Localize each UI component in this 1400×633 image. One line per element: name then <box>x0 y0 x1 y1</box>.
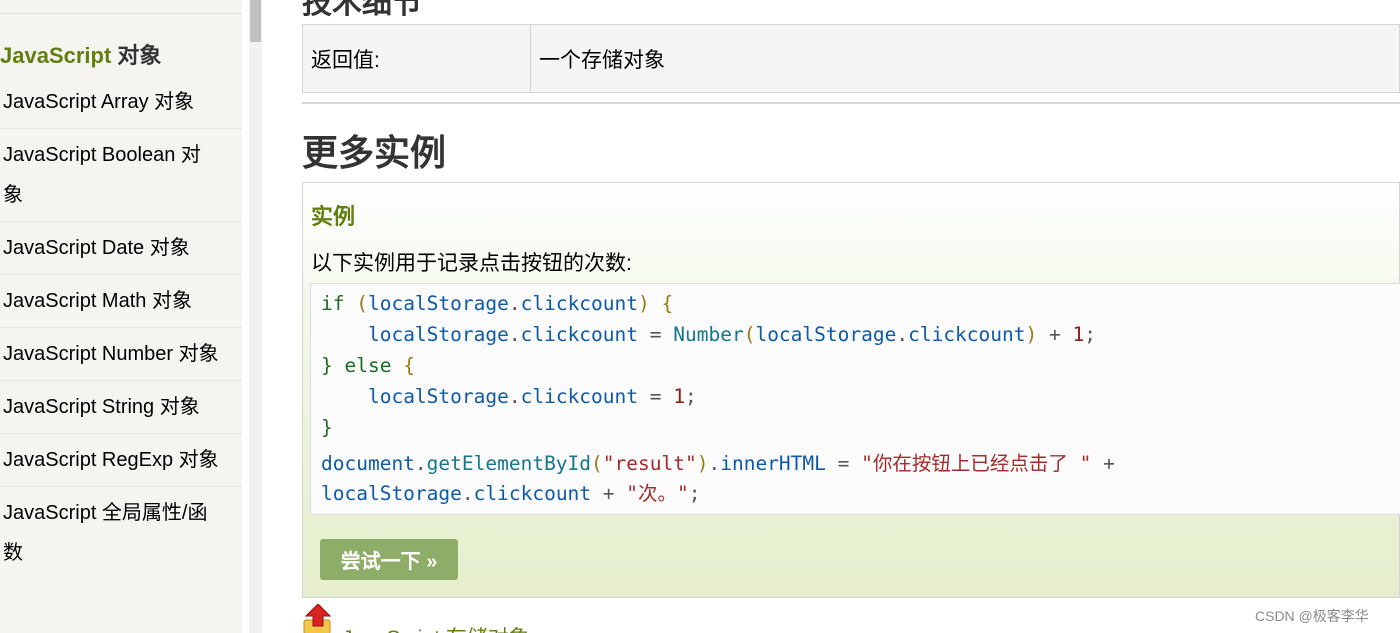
code-line: localStorage.clickcount = Number(localSt… <box>321 323 1096 346</box>
code-token: localStorage <box>367 323 509 346</box>
sidebar-heading-zh: 对象 <box>111 43 162 68</box>
code-line: localStorage.clickcount = 1; <box>321 385 697 408</box>
code-token: . <box>896 323 909 346</box>
code-token: clickcount <box>473 482 592 505</box>
arrow-up-icon <box>303 604 332 633</box>
code-token: clickcount <box>520 385 639 408</box>
code-token: = <box>825 452 862 475</box>
code-token: Number <box>673 323 744 346</box>
sidebar-item-string[interactable]: JavaScript String 对象 <box>0 380 242 433</box>
code-token: localStorage <box>755 323 897 346</box>
sidebar-scrollbar[interactable] <box>249 0 262 633</box>
code-token: ) <box>696 452 709 475</box>
code-token: . <box>508 385 521 408</box>
code-token: = <box>638 385 674 408</box>
code-token: . <box>414 452 427 475</box>
code-token: . <box>508 292 521 315</box>
code-token: = <box>638 323 674 346</box>
code-line: } <box>321 416 333 439</box>
sidebar-top-divider <box>0 0 242 14</box>
example-description: 以下实例用于记录点击按钮的次数: <box>311 252 632 275</box>
code-token: "result" <box>602 452 697 475</box>
section-divider <box>302 102 1400 104</box>
watermark: CSDN @极客李华 <box>1255 608 1369 624</box>
code-token: "次。" <box>626 482 689 505</box>
code-line: if (localStorage.clickcount) { <box>321 292 673 315</box>
example-title: 实例 <box>311 204 356 229</box>
code-token: innerHTML <box>720 452 826 475</box>
section-title: 更多实例 <box>302 132 447 173</box>
code-token: 1 <box>1072 323 1085 346</box>
sidebar: JavaScript 对象 JavaScript Array 对象 JavaSc… <box>0 0 242 633</box>
try-it-button[interactable]: 尝试一下 » <box>320 539 458 580</box>
code-token: localStorage <box>367 385 509 408</box>
code-token: else <box>332 354 392 377</box>
technical-details-heading: 技术细节 <box>302 0 422 20</box>
code-token: clickcount <box>908 323 1026 346</box>
sidebar-item-date[interactable]: JavaScript Date 对象 <box>0 221 242 274</box>
code-line: document.getElementById("result").innerH… <box>321 447 1115 476</box>
scrollbar-thumb[interactable] <box>250 0 261 42</box>
code-token: ) <box>1025 323 1038 346</box>
sidebar-heading: JavaScript 对象 <box>0 38 161 70</box>
code-token: ; <box>1084 323 1096 346</box>
code-token: . <box>708 452 721 475</box>
sidebar-item-number[interactable]: JavaScript Number 对象 <box>0 327 242 380</box>
code-token: localStorage <box>321 482 462 505</box>
code-line: } else { <box>321 354 415 377</box>
code-token: "你在按钮上已经点击了 " <box>861 452 1092 475</box>
return-value-label: 返回值: <box>303 25 531 92</box>
code-token: + <box>1037 323 1073 346</box>
code-token: document <box>321 452 415 475</box>
code-line: localStorage.clickcount + "次。"; <box>321 477 701 506</box>
sidebar-item-boolean[interactable]: JavaScript Boolean 对象 <box>0 128 242 221</box>
code-token: ( <box>591 452 603 475</box>
sidebar-item-math[interactable]: JavaScript Math 对象 <box>0 274 242 327</box>
code-token: getElementById <box>426 452 592 475</box>
sidebar-item-regexp[interactable]: JavaScript RegExp 对象 <box>0 433 242 486</box>
code-token: + <box>591 482 627 505</box>
sidebar-item-global[interactable]: JavaScript 全局属性/函数 <box>0 486 242 579</box>
code-token: localStorage <box>367 292 509 315</box>
code-token: + <box>1091 452 1115 475</box>
code-token: ( <box>743 323 756 346</box>
code-token: ( <box>344 292 368 315</box>
return-value-text: 一个存储对象 <box>539 48 665 72</box>
main-content: 技术细节 返回值: 一个存储对象 更多实例 实例 以下实例用于记录点击按钮的次数… <box>302 0 1400 633</box>
sidebar-heading-en: JavaScript <box>0 43 112 68</box>
return-value-table: 返回值: 一个存储对象 <box>302 24 1400 93</box>
code-token: ; <box>688 482 701 505</box>
back-link-label: JavaScript 存储对象 <box>342 622 530 633</box>
code-token: ) { <box>638 292 674 315</box>
sidebar-item-array[interactable]: JavaScript Array 对象 <box>0 78 242 128</box>
code-token: ; <box>685 385 697 408</box>
code-block: if (localStorage.clickcount) { localStor… <box>310 283 1400 515</box>
code-token: . <box>461 482 474 505</box>
code-token: { <box>391 354 415 377</box>
sidebar-list: JavaScript Array 对象 JavaScript Boolean 对… <box>0 78 242 579</box>
code-token: } <box>321 354 333 377</box>
code-token: clickcount <box>520 323 639 346</box>
code-token: clickcount <box>520 292 639 315</box>
code-token: . <box>508 323 521 346</box>
code-token: } <box>321 416 333 439</box>
code-token: if <box>321 292 345 315</box>
code-token: 1 <box>673 385 685 408</box>
example-box: 实例 以下实例用于记录点击按钮的次数: if (localStorage.cli… <box>302 182 1400 598</box>
back-link-storage[interactable]: JavaScript 存储对象 <box>302 604 530 633</box>
